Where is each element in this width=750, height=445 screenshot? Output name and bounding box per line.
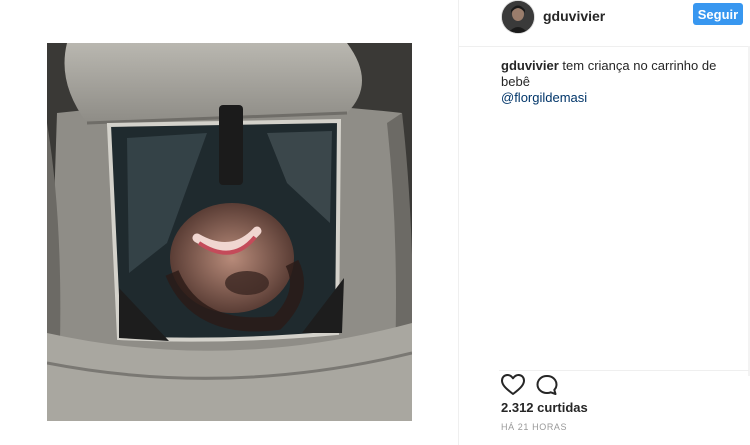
post-photo[interactable] xyxy=(47,43,412,421)
avatar-image xyxy=(502,1,534,33)
header-username[interactable]: gduvivier xyxy=(543,8,605,24)
caption-username[interactable]: gduvivier xyxy=(501,58,559,73)
comment-icon[interactable] xyxy=(535,374,559,401)
caption-mention-link[interactable]: @florgildemasi xyxy=(501,90,746,106)
stroller-photo xyxy=(47,43,412,421)
post-sidebar: gduvivier Seguir gduvivier tem criança n… xyxy=(458,0,750,445)
heart-icon[interactable] xyxy=(501,374,525,401)
post-header: gduvivier Seguir xyxy=(459,0,750,47)
post-caption: gduvivier tem criança no carrinho de beb… xyxy=(501,58,746,106)
likes-count[interactable]: 2.312 curtidas xyxy=(501,400,588,415)
post-actions xyxy=(499,370,749,399)
follow-button[interactable]: Seguir xyxy=(693,3,743,25)
avatar[interactable] xyxy=(501,0,535,34)
photo-column xyxy=(0,0,458,445)
post-timestamp: HÁ 21 HORAS xyxy=(501,422,568,432)
